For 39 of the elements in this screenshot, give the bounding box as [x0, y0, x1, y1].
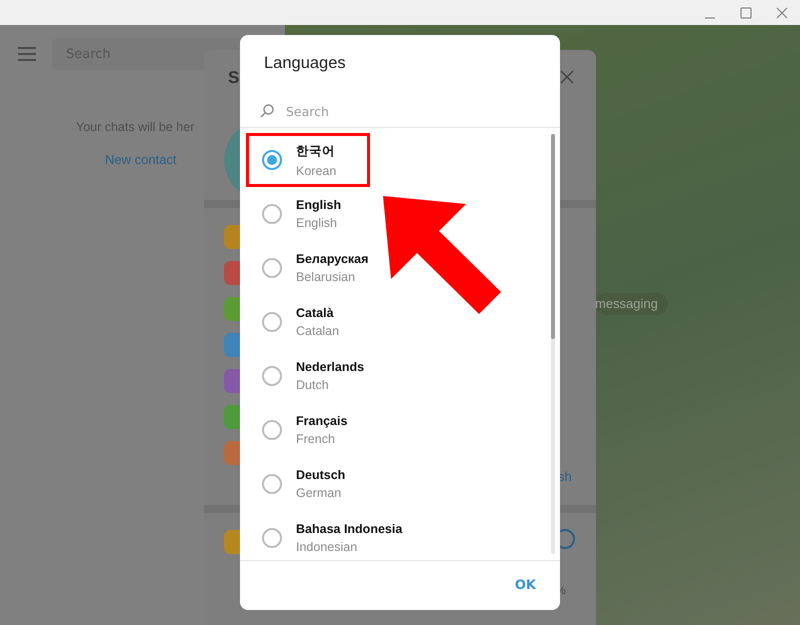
language-english-name: Catalan [296, 324, 340, 338]
language-item[interactable]: Bahasa Indonesia Indonesian [240, 511, 551, 560]
language-name: Nederlands [296, 360, 364, 374]
language-item[interactable]: English English [240, 187, 551, 241]
radio-button[interactable] [262, 474, 282, 494]
language-item[interactable]: Deutsch German [240, 457, 551, 511]
language-english-name: Korean [296, 164, 336, 178]
language-english-name: Belarusian [296, 270, 356, 284]
settings-title: S [228, 68, 240, 88]
language-name: English [296, 198, 342, 212]
language-item[interactable]: Беларуская Belarusian [240, 241, 551, 295]
language-item[interactable]: Català Catalan [240, 295, 551, 349]
language-english-name: Indonesian [296, 540, 358, 554]
language-item[interactable]: Français French [240, 403, 551, 457]
service-message: messaging [595, 293, 668, 315]
language-name: Deutsch [296, 468, 346, 482]
radio-button[interactable] [262, 528, 282, 548]
scrollbar-thumb[interactable] [551, 134, 555, 339]
language-name: Català [296, 306, 335, 320]
language-name: Bahasa Indonesia [296, 522, 402, 536]
search-icon [260, 104, 274, 118]
radio-button[interactable] [262, 150, 282, 170]
language-english-name: German [296, 486, 342, 500]
language-name: 한국어 [296, 142, 336, 160]
close-icon[interactable] [560, 70, 574, 84]
radio-button[interactable] [262, 420, 282, 440]
language-search-field[interactable]: Search [286, 104, 506, 118]
language-english-name: Dutch [296, 378, 330, 392]
radio-button[interactable] [262, 204, 282, 224]
language-name: Беларуская [296, 252, 368, 266]
highlighted-language-item[interactable]: 한국어 Korean [246, 133, 370, 187]
language-name: Français [296, 414, 348, 428]
menu-icon[interactable] [18, 47, 36, 61]
radio-button[interactable] [262, 258, 282, 278]
radio-button[interactable] [262, 312, 282, 332]
radio-button[interactable] [262, 366, 282, 386]
language-item[interactable]: Nederlands Dutch [240, 349, 551, 403]
language-english-name: English [296, 216, 338, 230]
language-english-name: French [296, 432, 336, 446]
